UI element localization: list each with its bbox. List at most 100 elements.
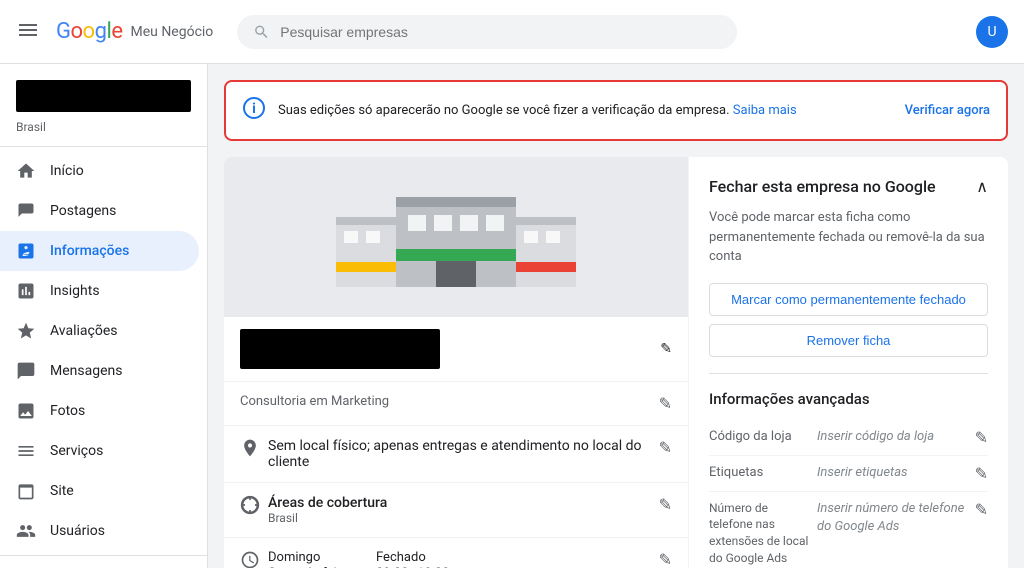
menu-icon[interactable] — [16, 18, 40, 46]
sidebar-divider — [0, 146, 207, 147]
business-type: Consultoria em Marketing — [240, 394, 651, 409]
postagens-icon — [16, 201, 36, 221]
coverage-value: Brasil — [268, 511, 651, 525]
adv-value-codigo: Inserir código da loja — [817, 428, 967, 446]
store-illustration — [316, 167, 596, 307]
right-panel: Fechar esta empresa no Google ∧ Você pod… — [688, 157, 1008, 568]
sidebar-item-mensagens[interactable]: Mensagens — [0, 351, 199, 391]
saiba-mais-link[interactable]: Saiba mais — [733, 103, 797, 118]
sidebar-business-name — [16, 80, 191, 112]
coverage-title: Áreas de cobertura — [268, 495, 651, 511]
sidebar-item-insights[interactable]: Insights — [0, 271, 199, 311]
domingo-label: Domingo — [268, 550, 368, 565]
advanced-info-title: Informações avançadas — [709, 390, 988, 408]
close-business-title: Fechar esta empresa no Google — [709, 177, 936, 196]
domingo-hours: Fechado — [376, 550, 476, 565]
app-name: Meu Negócio — [130, 24, 213, 40]
main-layout: Brasil Início Postagens Informações — [0, 64, 1024, 568]
search-icon — [253, 23, 270, 41]
star-icon — [16, 321, 36, 341]
edit-phone-ads-button[interactable]: ✎ — [975, 500, 988, 519]
sidebar-item-label: Avaliações — [50, 323, 117, 339]
sidebar-item-label: Serviços — [50, 443, 103, 459]
adv-row-phone-ads: Número de telefone nas extensões de loca… — [709, 492, 988, 568]
search-input[interactable] — [280, 24, 721, 40]
sidebar-item-label: Início — [50, 163, 84, 179]
edit-etiquetas-button[interactable]: ✎ — [975, 464, 988, 483]
sidebar: Brasil Início Postagens Informações — [0, 64, 208, 568]
store-image — [224, 157, 688, 317]
adv-value-phone-ads: Inserir número de telefone do Google Ads — [817, 500, 967, 536]
sidebar-item-fotos[interactable]: Fotos — [0, 391, 199, 431]
site-icon — [16, 481, 36, 501]
sidebar-item-inicio[interactable]: Início — [0, 151, 199, 191]
permanently-closed-button[interactable]: Marcar como permanentemente fechado — [709, 283, 988, 316]
sidebar-item-label: Informações — [50, 243, 129, 259]
search-bar[interactable] — [237, 15, 737, 49]
sidebar-item-label: Fotos — [50, 403, 85, 419]
edit-business-name-button[interactable]: ✎ — [660, 341, 672, 357]
sidebar-item-usuarios[interactable]: Usuários — [0, 511, 199, 551]
verify-now-link[interactable]: Verificar agora — [905, 103, 990, 118]
topbar-right: U — [976, 16, 1008, 48]
verification-banner: i Suas edições só aparecerão no Google s… — [224, 80, 1008, 141]
photo-icon — [16, 401, 36, 421]
sidebar-item-servicos[interactable]: Serviços — [0, 431, 199, 471]
sidebar-item-label: Usuários — [50, 523, 105, 539]
business-name-redacted — [240, 329, 440, 369]
edit-codigo-button[interactable]: ✎ — [975, 428, 988, 447]
business-name-row: ✎ — [224, 317, 688, 382]
sidebar-item-label: Postagens — [50, 203, 116, 219]
sidebar-item-criar-anuncio[interactable]: Criar um anúncio — [0, 560, 199, 568]
coverage-row: Áreas de cobertura Brasil ✎ — [224, 483, 688, 538]
left-panel: ✎ Consultoria em Marketing ✎ Sem local f… — [224, 157, 688, 568]
coverage-icon — [240, 495, 260, 519]
message-icon — [16, 361, 36, 381]
home-icon — [16, 161, 36, 181]
hours-row: Domingo Fechado Segunda-feira 09:00–18:0… — [224, 538, 688, 568]
content-area: i Suas edições só aparecerão no Google s… — [208, 64, 1024, 568]
sidebar-item-label: Insights — [50, 283, 100, 299]
sidebar-item-label: Mensagens — [50, 363, 122, 379]
sidebar-divider-2 — [0, 555, 207, 556]
banner-text: Suas edições só aparecerão no Google se … — [278, 103, 893, 118]
collapse-icon[interactable]: ∧ — [976, 177, 988, 196]
hours-icon — [240, 550, 260, 568]
sidebar-country: Brasil — [0, 120, 207, 142]
app-logo: Google Meu Negócio — [56, 19, 213, 44]
services-icon — [16, 441, 36, 461]
user-avatar[interactable]: U — [976, 16, 1008, 48]
remove-listing-button[interactable]: Remover ficha — [709, 324, 988, 357]
location-icon — [240, 438, 260, 462]
adv-label-etiquetas: Etiquetas — [709, 464, 809, 482]
close-business-section: Fechar esta empresa no Google ∧ — [709, 177, 988, 196]
adv-row-codigo: Código da loja Inserir código da loja ✎ — [709, 420, 988, 456]
business-type-row: Consultoria em Marketing ✎ — [224, 382, 688, 426]
adv-label-phone-ads: Número de telefone nas extensões de loca… — [709, 500, 809, 567]
adv-row-etiquetas: Etiquetas Inserir etiquetas ✎ — [709, 456, 988, 492]
edit-coverage-button[interactable]: ✎ — [659, 495, 672, 514]
svg-text:i: i — [252, 101, 256, 117]
info-circle-icon: i — [242, 96, 266, 125]
sidebar-item-label: Site — [50, 483, 74, 499]
google-wordmark: Google — [56, 19, 122, 44]
info-icon — [16, 241, 36, 261]
users-icon — [16, 521, 36, 541]
location-row: Sem local físico; apenas entregas e aten… — [224, 426, 688, 483]
coverage-content: Áreas de cobertura Brasil — [268, 495, 651, 525]
close-business-desc: Você pode marcar esta ficha como permane… — [709, 208, 988, 267]
sidebar-item-avaliacoes[interactable]: Avaliações — [0, 311, 199, 351]
adv-label-codigo: Código da loja — [709, 428, 809, 446]
hours-content: Domingo Fechado Segunda-feira 09:00–18:0… — [268, 550, 651, 568]
sidebar-item-site[interactable]: Site — [0, 471, 199, 511]
edit-business-type-button[interactable]: ✎ — [659, 394, 672, 413]
sidebar-item-informacoes[interactable]: Informações — [0, 231, 199, 271]
edit-location-button[interactable]: ✎ — [659, 438, 672, 457]
section-divider — [709, 373, 988, 374]
sidebar-item-postagens[interactable]: Postagens — [0, 191, 199, 231]
location-text: Sem local físico; apenas entregas e aten… — [268, 438, 651, 470]
topbar: Google Meu Negócio U — [0, 0, 1024, 64]
edit-hours-button[interactable]: ✎ — [659, 550, 672, 568]
content-grid: ✎ Consultoria em Marketing ✎ Sem local f… — [224, 157, 1008, 568]
adv-value-etiquetas: Inserir etiquetas — [817, 464, 967, 482]
